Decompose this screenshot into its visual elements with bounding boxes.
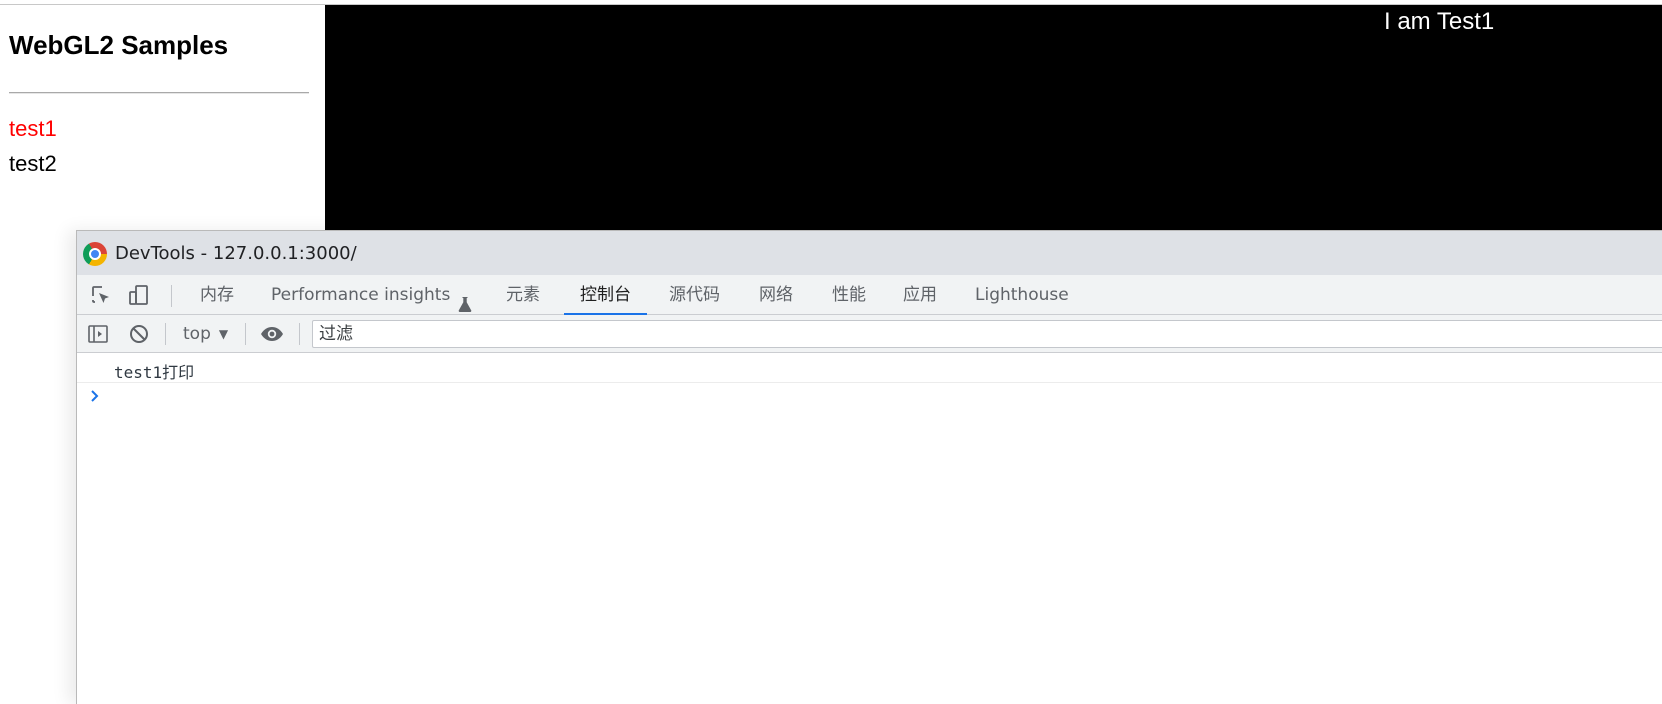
tab-application[interactable]: 应用	[903, 275, 937, 315]
nav-link-test2[interactable]: test2	[9, 151, 57, 177]
context-value: top	[183, 324, 211, 344]
tab-label: 控制台	[580, 285, 631, 305]
toolbar-separator	[245, 323, 246, 345]
tab-performance[interactable]: 性能	[832, 275, 866, 315]
filter-input[interactable]	[312, 320, 1662, 348]
inspect-element-icon[interactable]	[89, 283, 113, 307]
nav-link-test1[interactable]: test1	[9, 116, 57, 142]
webgl-canvas[interactable]: I am Test1	[325, 5, 1662, 231]
tab-label: 网络	[759, 285, 793, 305]
tab-lighthouse[interactable]: Lighthouse	[975, 275, 1069, 315]
screen: WebGL2 Samples test1 test2 I am Test1 De…	[0, 0, 1662, 704]
toolbar-separator	[299, 323, 300, 345]
prompt-chevron-icon[interactable]	[89, 389, 101, 403]
devtools-window-title: DevTools - 127.0.0.1:3000/	[115, 243, 357, 264]
canvas-label: I am Test1	[1384, 8, 1495, 35]
console-toolbar: top ▼	[77, 315, 1662, 353]
caret-down-icon: ▼	[218, 327, 229, 341]
sidebar-toggle-icon[interactable]	[87, 323, 109, 345]
device-toolbar-icon[interactable]	[127, 283, 151, 307]
tab-performance-insights[interactable]: Performance insights	[271, 275, 472, 315]
tab-network[interactable]: 网络	[759, 275, 793, 315]
devtools-titlebar[interactable]: DevTools - 127.0.0.1:3000/	[77, 231, 1662, 275]
console-output[interactable]: test1打印	[77, 353, 1662, 704]
console-log-text: test1打印	[114, 363, 195, 382]
tab-label: Performance insights	[271, 285, 451, 305]
clear-console-icon[interactable]	[128, 323, 150, 345]
tab-label: 源代码	[669, 285, 720, 305]
flask-icon	[458, 287, 472, 313]
tab-label: Lighthouse	[975, 285, 1069, 305]
tab-console[interactable]: 控制台	[564, 275, 647, 315]
console-log-entry: test1打印	[77, 353, 1662, 383]
toolbar-separator	[165, 323, 166, 345]
tab-label: 性能	[832, 285, 866, 305]
tab-sources[interactable]: 源代码	[669, 275, 720, 315]
tab-separator	[171, 285, 172, 307]
page-title: WebGL2 Samples	[9, 30, 229, 60]
tab-label: 应用	[903, 285, 937, 305]
devtools-window: DevTools - 127.0.0.1:3000/ 内存 Performanc…	[76, 230, 1662, 704]
chrome-logo-icon	[83, 242, 107, 266]
tab-label: 元素	[506, 285, 540, 305]
context-selector[interactable]: top ▼	[183, 321, 228, 347]
eye-icon[interactable]	[260, 323, 283, 345]
devtools-tab-bar: 内存 Performance insights 元素 控制台 源代码 网络 性能…	[77, 275, 1662, 315]
tab-elements[interactable]: 元素	[506, 275, 540, 315]
tab-label: 内存	[200, 285, 234, 305]
horizontal-rule	[9, 92, 309, 94]
tab-memory[interactable]: 内存	[200, 275, 234, 315]
